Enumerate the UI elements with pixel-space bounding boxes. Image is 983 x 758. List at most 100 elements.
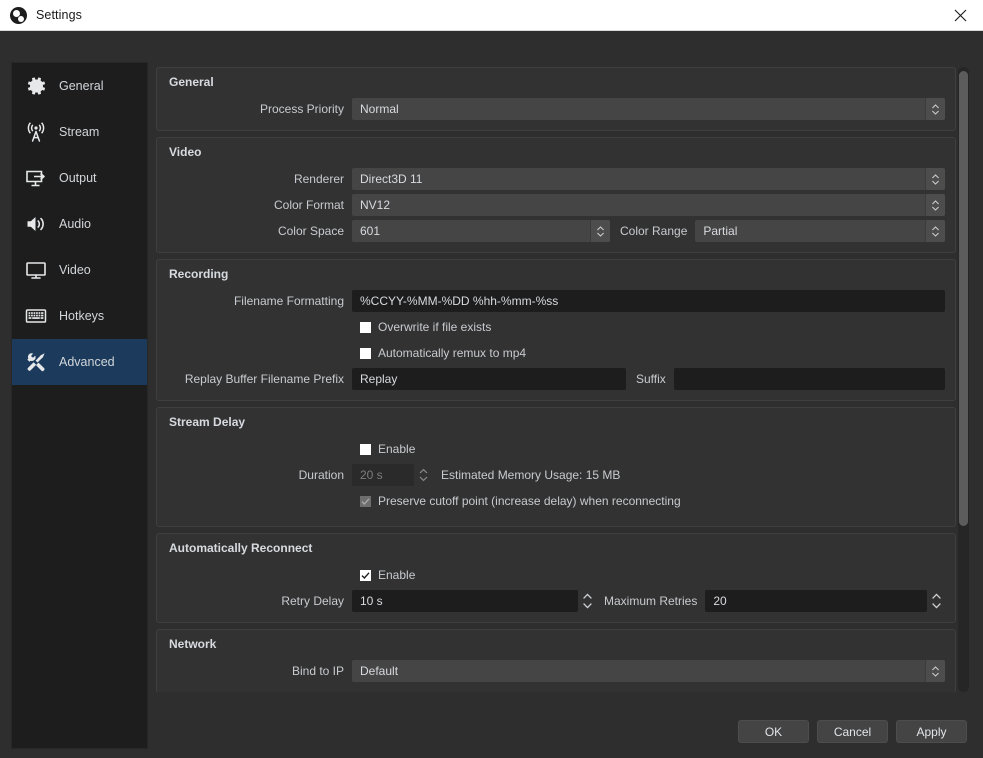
max-retries-label: Maximum Retries xyxy=(604,594,698,608)
color-format-label: Color Format xyxy=(273,198,344,212)
row-color-format: Color Format NV12 xyxy=(167,194,945,216)
stream-delay-enable-checkbox[interactable] xyxy=(360,443,371,455)
color-range-label: Color Range xyxy=(620,224,688,238)
row-stream-delay-enable: Enable xyxy=(167,438,945,460)
group-auto-reconnect: Automatically Reconnect Enable Retry Del… xyxy=(156,533,956,623)
bind-to-ip-combo[interactable]: Default xyxy=(352,660,945,682)
row-color-space-range: Color Space 601 Color Range Partial xyxy=(167,220,945,242)
window-title: Settings xyxy=(36,8,82,22)
chevron-updown-icon[interactable] xyxy=(590,220,610,242)
preserve-cutoff-checkbox[interactable] xyxy=(360,495,371,507)
ok-button[interactable]: OK xyxy=(738,720,809,743)
row-bind-to-ip: Bind to IP Default xyxy=(167,660,945,682)
overwrite-label: Overwrite if file exists xyxy=(378,320,492,334)
sidebar-item-output[interactable]: Output xyxy=(12,155,147,201)
retry-delay-spinbox[interactable]: 10 s xyxy=(352,590,578,612)
overwrite-checkbox[interactable] xyxy=(360,321,371,333)
sidebar-item-label: Stream xyxy=(59,124,100,139)
row-reconnect-enable: Enable xyxy=(167,564,945,586)
remux-label: Automatically remux to mp4 xyxy=(378,346,527,360)
group-title-recording: Recording xyxy=(169,267,229,281)
color-space-combo[interactable]: 601 xyxy=(352,220,610,242)
tools-icon xyxy=(21,347,51,377)
replay-prefix-input[interactable]: Replay xyxy=(352,368,626,390)
chevron-updown-icon[interactable] xyxy=(925,168,945,190)
retry-delay-label: Retry Delay xyxy=(281,594,344,608)
process-priority-combo[interactable]: Normal xyxy=(352,98,945,120)
max-retries-spinbox[interactable]: 20 xyxy=(705,590,927,612)
group-stream-delay: Stream Delay Enable Duration 20 s Estima… xyxy=(156,407,956,527)
process-priority-value: Normal xyxy=(360,102,399,116)
group-title-stream-delay: Stream Delay xyxy=(169,415,246,429)
suffix-input[interactable] xyxy=(673,368,945,390)
sidebar-item-hotkeys[interactable]: Hotkeys xyxy=(12,293,147,339)
bind-to-ip-label: Bind to IP xyxy=(291,664,344,678)
group-video: Video Renderer Direct3D 11 Color Format … xyxy=(156,137,956,253)
chevron-updown-icon[interactable] xyxy=(925,660,945,682)
close-icon[interactable] xyxy=(937,0,983,30)
row-renderer: Renderer Direct3D 11 xyxy=(167,168,945,190)
settings-category-list[interactable]: General Stream Output Audio Video Hotkey… xyxy=(11,62,148,749)
sidebar-item-label: Hotkeys xyxy=(59,308,105,323)
sidebar-item-general[interactable]: General xyxy=(12,63,147,109)
sidebar-item-label: General xyxy=(59,78,104,93)
row-replay-prefix: Replay Buffer Filename Prefix Replay Suf… xyxy=(167,368,945,390)
settings-content-pane: General Process Priority Normal Video Re… xyxy=(156,67,956,692)
color-format-combo[interactable]: NV12 xyxy=(352,194,945,216)
sidebar-item-advanced[interactable]: Advanced xyxy=(12,339,147,385)
sidebar-item-label: Audio xyxy=(59,216,91,231)
chevron-updown-icon[interactable] xyxy=(925,194,945,216)
content-scrollbar[interactable] xyxy=(958,67,969,692)
apply-button[interactable]: Apply xyxy=(896,720,967,743)
group-general: General Process Priority Normal xyxy=(156,67,956,131)
max-retries-spinner-arrows[interactable] xyxy=(928,590,945,612)
sidebar-item-stream[interactable]: Stream xyxy=(12,109,147,155)
group-title-general: General xyxy=(169,75,214,89)
renderer-combo[interactable]: Direct3D 11 xyxy=(352,168,945,190)
stream-delay-enable-label: Enable xyxy=(378,442,416,456)
group-title-network: Network xyxy=(169,637,217,651)
filename-formatting-input[interactable]: %CCYY-%MM-%DD %hh-%mm-%ss xyxy=(352,290,945,312)
obs-logo-icon xyxy=(10,6,27,24)
group-network: Network Bind to IP Default xyxy=(156,629,956,692)
estimated-memory-usage-text: Estimated Memory Usage: 15 MB xyxy=(441,468,621,482)
process-priority-label: Process Priority xyxy=(259,102,344,116)
output-icon xyxy=(21,163,51,193)
color-format-value: NV12 xyxy=(360,198,391,212)
group-title-video: Video xyxy=(169,145,202,159)
duration-spinner-arrows[interactable] xyxy=(415,464,432,486)
suffix-label: Suffix xyxy=(636,372,666,386)
cancel-button[interactable]: Cancel xyxy=(817,720,888,743)
chevron-updown-icon[interactable] xyxy=(925,98,945,120)
reconnect-enable-checkbox[interactable] xyxy=(360,569,371,581)
remux-checkbox[interactable] xyxy=(360,347,371,359)
chevron-updown-icon[interactable] xyxy=(925,220,945,242)
settings-dialog: General Stream Output Audio Video Hotkey… xyxy=(0,31,983,758)
retry-delay-spinner-arrows[interactable] xyxy=(579,590,596,612)
row-preserve-cutoff: Preserve cutoff point (increase delay) w… xyxy=(167,490,945,512)
filename-formatting-label: Filename Formatting xyxy=(233,294,344,308)
sidebar-item-label: Video xyxy=(59,262,91,277)
duration-spinbox[interactable]: 20 s xyxy=(352,464,414,486)
row-overwrite: Overwrite if file exists xyxy=(167,316,945,338)
group-title-auto-reconnect: Automatically Reconnect xyxy=(169,541,313,555)
row-remux: Automatically remux to mp4 xyxy=(167,342,945,364)
reconnect-enable-label: Enable xyxy=(378,568,416,582)
row-filename-formatting: Filename Formatting %CCYY-%MM-%DD %hh-%m… xyxy=(167,290,945,312)
sidebar-item-video[interactable]: Video xyxy=(12,247,147,293)
sidebar-item-audio[interactable]: Audio xyxy=(12,201,147,247)
color-space-label: Color Space xyxy=(277,224,344,238)
color-range-combo[interactable]: Partial xyxy=(695,220,945,242)
dialog-buttons: OK Cancel Apply xyxy=(738,720,967,743)
scrollbar-thumb[interactable] xyxy=(959,71,968,526)
duration-label: Duration xyxy=(298,468,344,482)
row-retry-delay: Retry Delay 10 s Maximum Retries 20 xyxy=(167,590,945,612)
title-bar: Settings xyxy=(0,0,983,31)
sidebar-item-label: Output xyxy=(59,170,97,185)
color-range-value: Partial xyxy=(703,224,738,238)
row-duration: Duration 20 s Estimated Memory Usage: 15… xyxy=(167,464,945,486)
speaker-icon xyxy=(21,209,51,239)
sidebar-item-label: Advanced xyxy=(59,354,115,369)
broadcast-icon xyxy=(21,117,51,147)
monitor-icon xyxy=(21,255,51,285)
